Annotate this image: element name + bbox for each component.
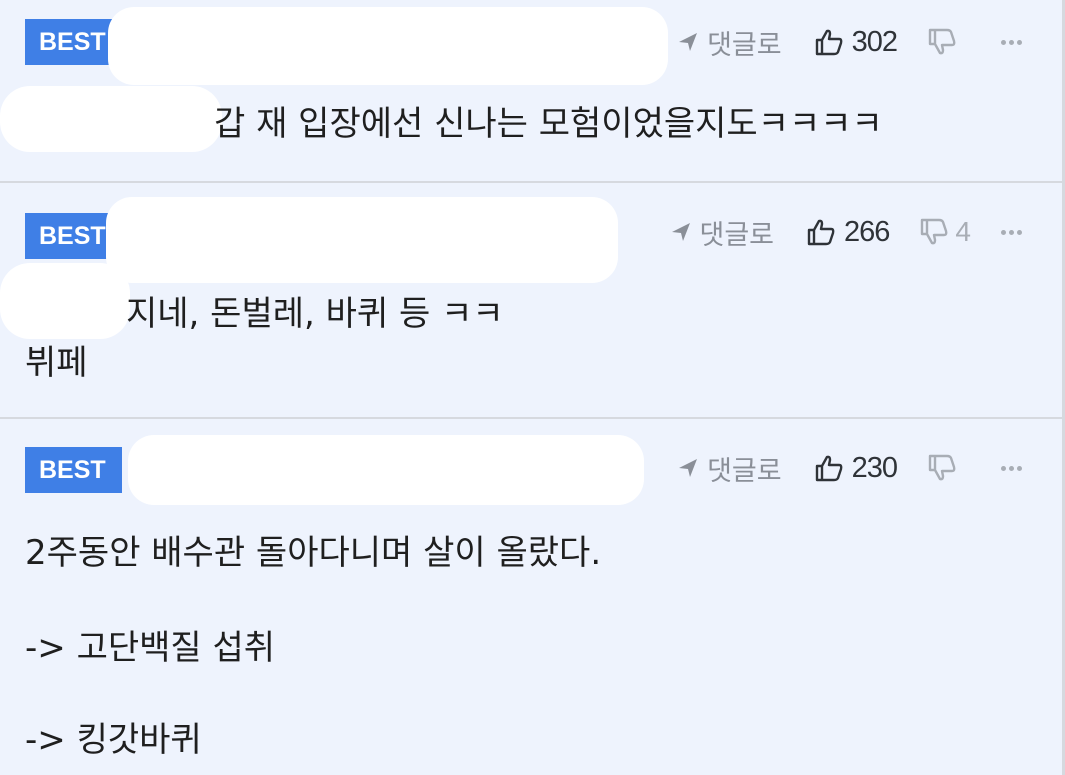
comment-actions: 댓글로 230 xyxy=(677,445,1022,491)
comment-line: 뷔페 xyxy=(25,343,88,383)
dislike-button[interactable]: 4 xyxy=(919,216,971,248)
more-icon[interactable] xyxy=(1001,465,1022,471)
comment-header: BEST 댓글로 230 xyxy=(0,435,1060,505)
reply-button[interactable]: 댓글로 xyxy=(677,449,782,488)
author-name-redacted xyxy=(108,7,668,85)
comment-actions: 댓글로 302 xyxy=(677,19,1022,65)
like-count: 230 xyxy=(851,451,898,484)
author-name-redacted xyxy=(106,197,618,283)
thumbs-up-icon xyxy=(807,219,835,246)
like-button[interactable]: 266 xyxy=(806,215,890,249)
comment-header: BEST 댓글로 266 4 xyxy=(0,197,1060,283)
comment-3: BEST 댓글로 230 2주동안 배수관 돌아다니며 살이 올랐다. -> 고… xyxy=(0,419,1060,775)
comment-line: 지네, 돈벌레, 바퀴 등 ㅋㅋ xyxy=(126,294,504,334)
like-button[interactable]: 230 xyxy=(814,451,898,485)
best-badge: BEST xyxy=(25,447,122,493)
more-icon[interactable] xyxy=(1001,229,1022,235)
comment-1: BEST 댓글로 302 갑 재 입장에선 신나는 모험이었을지도ㅋㅋㅋㅋ xyxy=(0,0,1060,182)
comment-header: BEST 댓글로 302 xyxy=(0,7,1060,85)
dislike-button[interactable] xyxy=(927,27,963,57)
reply-arrow-icon xyxy=(679,33,698,51)
reply-button[interactable]: 댓글로 xyxy=(677,23,782,62)
thumbs-down-icon xyxy=(928,454,956,481)
thumbs-up-icon xyxy=(815,29,843,56)
reply-button[interactable]: 댓글로 xyxy=(670,213,775,252)
thumbs-down-icon xyxy=(921,218,948,245)
comment-actions: 댓글로 266 4 xyxy=(670,209,1022,255)
dislike-button[interactable] xyxy=(927,453,963,483)
like-count: 266 xyxy=(844,215,890,248)
like-button[interactable]: 302 xyxy=(814,25,898,59)
reply-arrow-icon xyxy=(679,459,698,477)
reply-label: 댓글로 xyxy=(707,29,782,61)
reply-label: 댓글로 xyxy=(699,219,775,251)
reply-arrow-icon xyxy=(671,223,690,241)
redacted-text xyxy=(0,263,130,339)
author-name-redacted xyxy=(128,435,644,505)
comment-line: 갑 재 입장에선 신나는 모험이었을지도ㅋㅋㅋㅋ xyxy=(214,104,883,144)
comment-line: -> 고단백질 섭취 xyxy=(25,628,276,668)
thumbs-down-icon xyxy=(928,28,956,55)
reply-label: 댓글로 xyxy=(707,455,782,487)
comment-line: -> 킹갓바퀴 xyxy=(25,720,202,760)
thumbs-up-icon xyxy=(815,455,843,482)
more-icon[interactable] xyxy=(1001,39,1022,45)
dislike-count: 4 xyxy=(955,216,971,247)
comment-2: BEST 댓글로 266 4 지네, 돈벌레, 바퀴 등 ㅋㅋ 뷔페 xyxy=(0,183,1060,418)
comment-line: 2주동안 배수관 돌아다니며 살이 올랐다. xyxy=(25,533,602,573)
like-count: 302 xyxy=(851,25,898,58)
redacted-text xyxy=(0,86,222,152)
